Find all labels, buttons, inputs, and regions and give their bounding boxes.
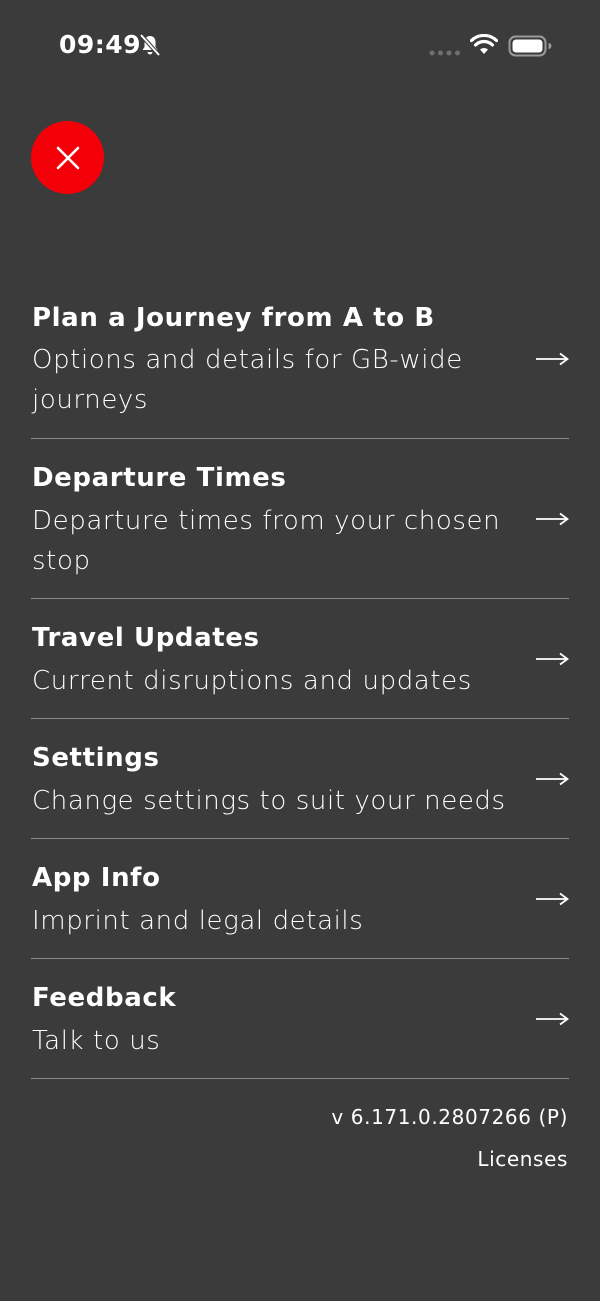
menu-item-title: Departure Times [32, 463, 287, 493]
menu-item-app-info[interactable]: App Info Imprint and legal details [31, 839, 569, 959]
menu-item-subtitle: Departure times from your chosen stop [32, 506, 501, 576]
menu-item-title: Feedback [32, 983, 177, 1013]
menu-item-subtitle: Imprint and legal details [32, 906, 364, 936]
menu-item-feedback[interactable]: Feedback Talk to us [31, 959, 569, 1079]
menu-item-subtitle: Current disruptions and updates [32, 666, 472, 696]
menu-item-subtitle: Options and details for GB-wide journeys [32, 345, 463, 415]
battery-icon [508, 35, 552, 57]
menu-item-subtitle: Change settings to suit your needs [32, 786, 506, 816]
close-button[interactable] [31, 121, 104, 194]
status-time: 09:49 [59, 30, 142, 59]
licenses-link[interactable]: Licenses [477, 1147, 568, 1171]
menu-item-title: Settings [32, 743, 160, 773]
menu-item-title: App Info [32, 863, 161, 893]
close-icon [56, 146, 79, 169]
bell-slash-icon [138, 33, 162, 57]
menu-item-departure-times[interactable]: Departure Times Departure times from you… [31, 439, 569, 599]
arrow-right-icon [536, 352, 569, 366]
cellular-signal-icon [428, 45, 462, 56]
menu-item-title: Travel Updates [32, 623, 260, 653]
main-menu: Plan a Journey from A to B Options and d… [31, 278, 569, 1079]
menu-item-title: Plan a Journey from A to B [32, 303, 435, 333]
status-bar: 09:49 [0, 0, 600, 92]
wifi-icon [469, 33, 499, 56]
arrow-right-icon [536, 652, 569, 666]
arrow-right-icon [536, 512, 569, 526]
arrow-right-icon [536, 892, 569, 906]
menu-item-plan-journey[interactable]: Plan a Journey from A to B Options and d… [31, 278, 569, 439]
menu-item-settings[interactable]: Settings Change settings to suit your ne… [31, 719, 569, 839]
arrow-right-icon [536, 1012, 569, 1026]
app-version: v 6.171.0.2807266 (P) [331, 1105, 568, 1129]
menu-item-subtitle: Talk to us [32, 1026, 161, 1056]
arrow-right-icon [536, 772, 569, 786]
menu-item-travel-updates[interactable]: Travel Updates Current disruptions and u… [31, 599, 569, 719]
